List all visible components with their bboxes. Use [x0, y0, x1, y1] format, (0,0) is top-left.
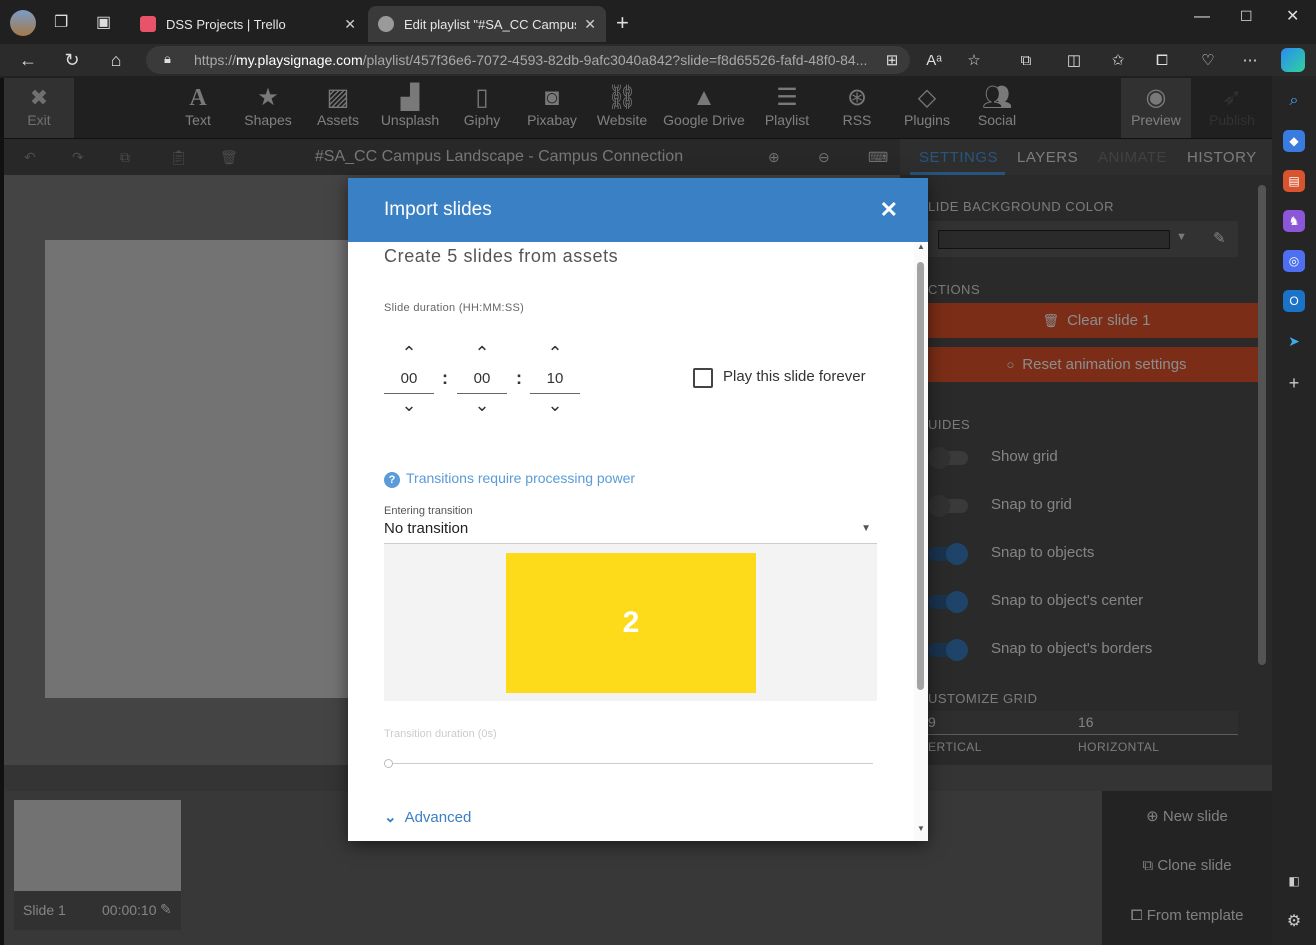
send-icon[interactable]: ➤	[1283, 330, 1305, 352]
slider-track	[388, 763, 873, 764]
preview-number: 2	[622, 606, 640, 639]
tab-actions-icon[interactable]: ▣	[96, 12, 111, 32]
chevron-up-icon[interactable]: ⌃	[530, 342, 580, 364]
workspaces-icon[interactable]: ❐	[54, 12, 68, 32]
trello-icon	[140, 16, 156, 32]
scroll-down-icon[interactable]: ▼	[917, 824, 925, 833]
tools-icon[interactable]: ▤	[1283, 170, 1305, 192]
outlook-icon[interactable]: O	[1283, 290, 1305, 312]
chevron-down-icon: ▼	[861, 523, 871, 534]
tab-label: DSS Projects | Trello	[166, 16, 286, 32]
app-available-icon[interactable]: ⊞	[880, 48, 904, 72]
transition-duration-label: Transition duration (0s)	[384, 728, 497, 740]
health-icon[interactable]: ♡	[1196, 48, 1220, 72]
reload-icon[interactable]: ↻	[56, 44, 88, 76]
minutes-input[interactable]: 00	[457, 364, 507, 394]
close-window-icon[interactable]: ✕	[1286, 6, 1299, 26]
playsignage-icon	[378, 16, 394, 32]
copilot-sidebar-icon[interactable]: ◎	[1283, 250, 1305, 272]
read-aloud-icon[interactable]: Aᵃ	[922, 48, 946, 72]
settings-icon[interactable]: ⚙	[1283, 910, 1305, 932]
scroll-thumb[interactable]	[917, 262, 924, 690]
close-icon[interactable]: ✕	[880, 197, 898, 223]
modal-scrollbar[interactable]: ▲ ▼	[914, 242, 928, 841]
url-text: https://my.playsignage.com/playlist/457f…	[194, 52, 868, 68]
tab-trello[interactable]: DSS Projects | Trello ✕	[130, 6, 366, 42]
forever-checkbox[interactable]	[693, 368, 713, 388]
shopping-icon[interactable]: ◆	[1283, 130, 1305, 152]
extensions-icon[interactable]: ⧉	[1014, 48, 1038, 72]
time-separator: :	[442, 368, 448, 388]
transition-duration-slider[interactable]	[384, 758, 873, 770]
modal-body: Create 5 slides from assets Slide durati…	[348, 242, 928, 841]
preview-slide: 2	[506, 553, 756, 693]
minutes-spinner: ⌃ 00 ⌄	[457, 342, 507, 416]
modal-heading: Create 5 slides from assets	[384, 246, 619, 266]
tab-label: Edit playlist "#SA_CC Campus La	[404, 16, 576, 32]
back-icon[interactable]: ←	[12, 44, 44, 76]
time-separator: :	[516, 368, 522, 388]
entering-transition-select[interactable]: No transition ▼	[384, 520, 877, 544]
home-icon[interactable]: ⌂	[100, 44, 132, 76]
modal-title: Import slides	[384, 199, 492, 220]
modal-header: Import slides ✕	[348, 178, 928, 242]
help-icon: ?	[384, 472, 400, 488]
maximize-icon[interactable]: ☐	[1240, 8, 1253, 25]
transitions-note[interactable]: ? Transitions require processing power	[384, 470, 635, 488]
profile-avatar[interactable]	[10, 10, 36, 36]
scroll-up-icon[interactable]: ▲	[917, 242, 925, 251]
chevron-down-icon[interactable]: ⌄	[384, 394, 434, 416]
tab-playlist[interactable]: Edit playlist "#SA_CC Campus La ✕	[368, 6, 606, 42]
favorite-icon[interactable]: ☆	[962, 48, 986, 72]
add-sidebar-icon[interactable]: +	[1283, 372, 1305, 394]
edge-sidebar: ⌕ ◆ ▤ ♞ ◎ O ➤ + ◧ ⚙	[1272, 76, 1316, 945]
seconds-input[interactable]: 10	[530, 364, 580, 394]
split-screen-icon[interactable]: ◫	[1062, 48, 1086, 72]
duration-label: Slide duration (HH:MM:SS)	[384, 302, 525, 314]
import-slides-modal: Import slides ✕ Create 5 slides from ass…	[348, 178, 928, 841]
forever-label: Play this slide forever	[723, 368, 866, 385]
hours-spinner: ⌃ 00 ⌄	[384, 342, 434, 416]
collections-icon[interactable]: ⧠	[1150, 48, 1174, 72]
lock-icon: 🔒︎	[164, 51, 171, 66]
chevron-down-icon[interactable]: ⌄	[530, 394, 580, 416]
copilot-icon[interactable]	[1281, 48, 1305, 72]
hours-input[interactable]: 00	[384, 364, 434, 394]
advanced-toggle[interactable]: ⌄ Advanced	[384, 808, 471, 826]
minimize-icon[interactable]: —	[1194, 8, 1210, 26]
address-bar[interactable]: 🔒︎ https://my.playsignage.com/playlist/4…	[146, 46, 910, 74]
search-icon[interactable]: ⌕	[1283, 90, 1305, 112]
slider-handle[interactable]	[384, 759, 393, 768]
browser-tab-bar: ❐ ▣ DSS Projects | Trello ✕ Edit playlis…	[0, 0, 1316, 44]
entering-label: Entering transition	[384, 505, 473, 517]
transition-preview: 2	[384, 544, 877, 701]
chevron-down-icon[interactable]: ⌄	[457, 394, 507, 416]
chevron-down-icon: ⌄	[384, 809, 397, 826]
games-icon[interactable]: ♞	[1283, 210, 1305, 232]
seconds-spinner: ⌃ 10 ⌄	[530, 342, 580, 416]
chevron-up-icon[interactable]: ⌃	[457, 342, 507, 364]
chevron-up-icon[interactable]: ⌃	[384, 342, 434, 364]
sidebar-toggle-icon[interactable]: ◧	[1283, 870, 1305, 892]
close-tab-icon[interactable]: ✕	[584, 16, 596, 33]
new-tab-icon[interactable]: +	[616, 10, 629, 36]
more-icon[interactable]: ⋯	[1238, 48, 1262, 72]
selected-value: No transition	[384, 520, 469, 537]
close-tab-icon[interactable]: ✕	[344, 16, 356, 33]
favorites-icon[interactable]: ✩	[1106, 48, 1130, 72]
